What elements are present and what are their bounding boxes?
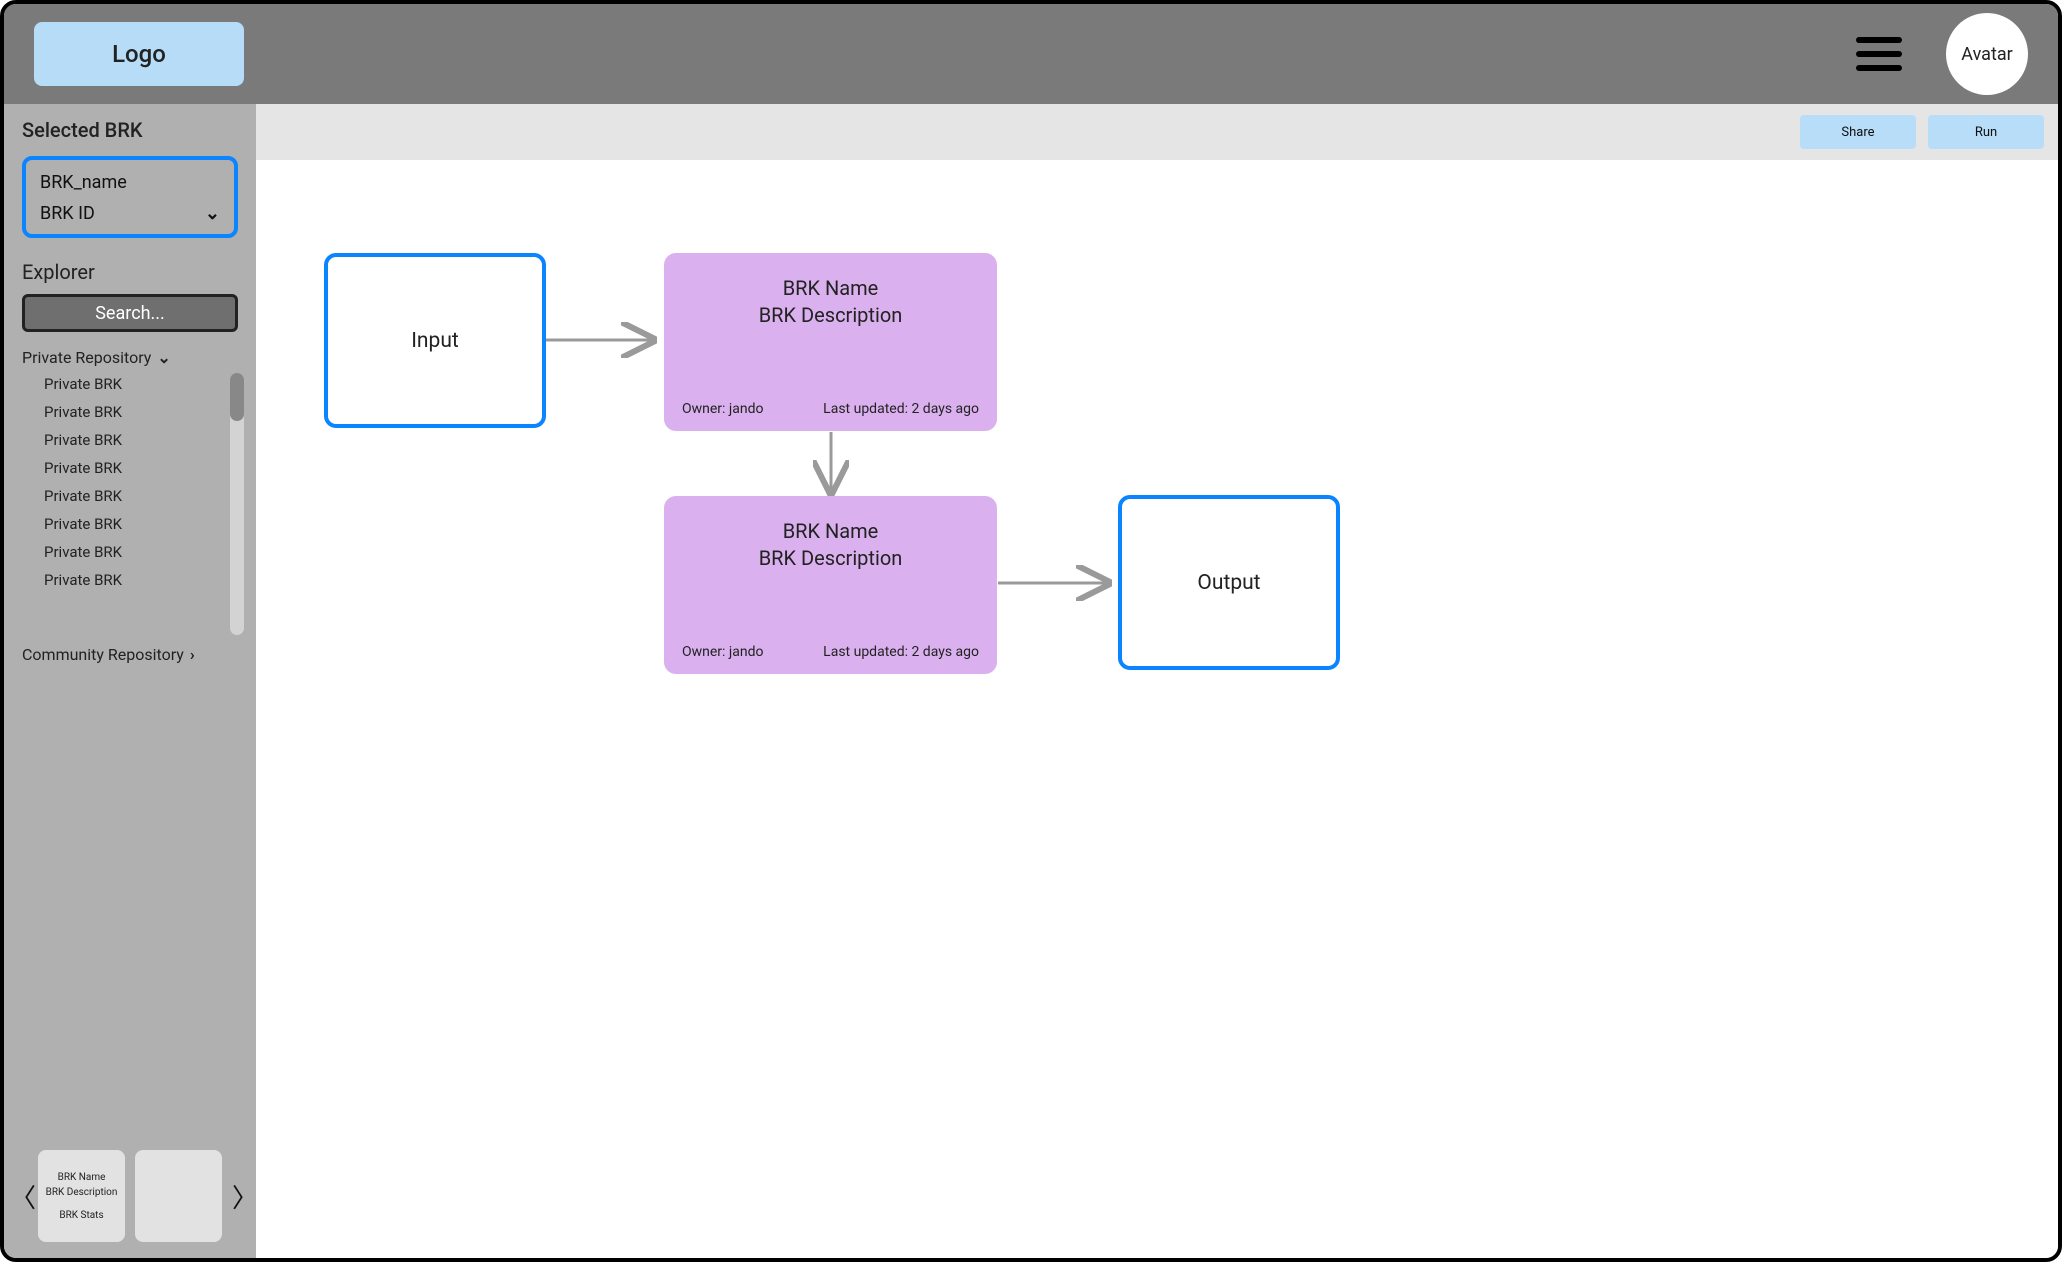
selected-brk-id: BRK ID bbox=[40, 203, 95, 224]
flow-canvas[interactable]: Input BRK Name BRK Description Owner: ja… bbox=[256, 160, 2058, 1258]
hamburger-icon[interactable] bbox=[1856, 37, 1902, 71]
chevron-right-icon: › bbox=[190, 645, 195, 664]
private-repository-label: Private Repository bbox=[22, 348, 151, 367]
logo[interactable]: Logo bbox=[34, 22, 244, 86]
run-button[interactable]: Run bbox=[1928, 115, 2044, 149]
brk-node-2-footer: Owner: jando Last updated: 2 days ago bbox=[682, 644, 979, 660]
brk-node-1-name: BRK Name bbox=[759, 275, 903, 302]
private-repo-list: Private BRK Private BRK Private BRK Priv… bbox=[16, 373, 244, 591]
output-node-label: Output bbox=[1197, 571, 1260, 595]
input-node-label: Input bbox=[411, 329, 459, 353]
logo-label: Logo bbox=[112, 40, 166, 68]
list-item[interactable]: Private BRK bbox=[44, 571, 236, 589]
explorer-title: Explorer bbox=[4, 256, 256, 294]
brk-node-1-footer: Owner: jando Last updated: 2 days ago bbox=[682, 401, 979, 417]
list-item[interactable]: Private BRK bbox=[44, 543, 236, 561]
selected-brk-id-row: BRK ID ⌄ bbox=[40, 203, 220, 224]
brk-node-1-title: BRK Name BRK Description bbox=[759, 275, 903, 329]
brk-node-2[interactable]: BRK Name BRK Description Owner: jando La… bbox=[664, 496, 997, 674]
avatar[interactable]: Avatar bbox=[1946, 13, 2028, 95]
carousel-card-empty[interactable] bbox=[135, 1150, 222, 1242]
search-input[interactable]: Search... bbox=[22, 294, 238, 332]
brk-node-1-owner: Owner: jando bbox=[682, 401, 764, 417]
brk-node-2-desc: BRK Description bbox=[759, 545, 903, 572]
community-repository-toggle[interactable]: Community Repository › bbox=[4, 643, 256, 670]
community-repository-label: Community Repository bbox=[22, 645, 184, 664]
brk-node-2-name: BRK Name bbox=[759, 518, 903, 545]
app-header: Logo Avatar bbox=[4, 4, 2058, 104]
list-item[interactable]: Private BRK bbox=[44, 487, 236, 505]
share-button-label: Share bbox=[1841, 125, 1874, 140]
app-body: Selected BRK BRK_name BRK ID ⌄ Explorer … bbox=[4, 104, 2058, 1258]
list-item[interactable]: Private BRK bbox=[44, 375, 236, 393]
carousel-card[interactable]: BRK Name BRK Description BRK Stats bbox=[38, 1150, 125, 1242]
chevron-down-icon: ⌄ bbox=[157, 348, 170, 367]
private-repo-list-container: Private BRK Private BRK Private BRK Priv… bbox=[16, 373, 244, 635]
selected-brk-card[interactable]: BRK_name BRK ID ⌄ bbox=[22, 156, 238, 238]
app-frame: Logo Avatar Selected BRK BRK_name BRK ID… bbox=[0, 0, 2062, 1262]
brk-node-2-updated: Last updated: 2 days ago bbox=[823, 644, 979, 660]
carousel-card-desc: BRK Description bbox=[46, 1187, 118, 1198]
brk-carousel: 〈 BRK Name BRK Description BRK Stats 〉 bbox=[4, 1144, 256, 1246]
chevron-down-icon[interactable]: ⌄ bbox=[205, 203, 220, 224]
carousel-card-stats: BRK Stats bbox=[59, 1210, 103, 1221]
list-item[interactable]: Private BRK bbox=[44, 431, 236, 449]
brk-node-1-updated: Last updated: 2 days ago bbox=[823, 401, 979, 417]
list-item[interactable]: Private BRK bbox=[44, 403, 236, 421]
scrollbar-track[interactable] bbox=[230, 373, 244, 635]
avatar-label: Avatar bbox=[1961, 44, 2012, 65]
carousel-card-name: BRK Name bbox=[58, 1172, 106, 1183]
brk-node-2-title: BRK Name BRK Description bbox=[759, 518, 903, 572]
search-placeholder: Search... bbox=[95, 303, 165, 324]
main-area: Share Run bbox=[256, 104, 2058, 1258]
list-item[interactable]: Private BRK bbox=[44, 459, 236, 477]
brk-node-2-owner: Owner: jando bbox=[682, 644, 764, 660]
selected-brk-name: BRK_name bbox=[40, 172, 220, 193]
canvas-toolbar: Share Run bbox=[256, 104, 2058, 160]
selected-brk-title: Selected BRK bbox=[4, 118, 256, 150]
run-button-label: Run bbox=[1975, 125, 1997, 140]
output-node[interactable]: Output bbox=[1118, 495, 1340, 670]
sidebar: Selected BRK BRK_name BRK ID ⌄ Explorer … bbox=[4, 104, 256, 1258]
carousel-prev-icon[interactable]: 〈 bbox=[10, 1178, 28, 1215]
brk-node-1-desc: BRK Description bbox=[759, 302, 903, 329]
list-item[interactable]: Private BRK bbox=[44, 515, 236, 533]
private-repository-toggle[interactable]: Private Repository ⌄ bbox=[4, 346, 256, 373]
brk-node-1[interactable]: BRK Name BRK Description Owner: jando La… bbox=[664, 253, 997, 431]
input-node[interactable]: Input bbox=[324, 253, 546, 428]
scrollbar-thumb[interactable] bbox=[230, 373, 244, 421]
share-button[interactable]: Share bbox=[1800, 115, 1916, 149]
carousel-next-icon[interactable]: 〉 bbox=[232, 1178, 250, 1215]
